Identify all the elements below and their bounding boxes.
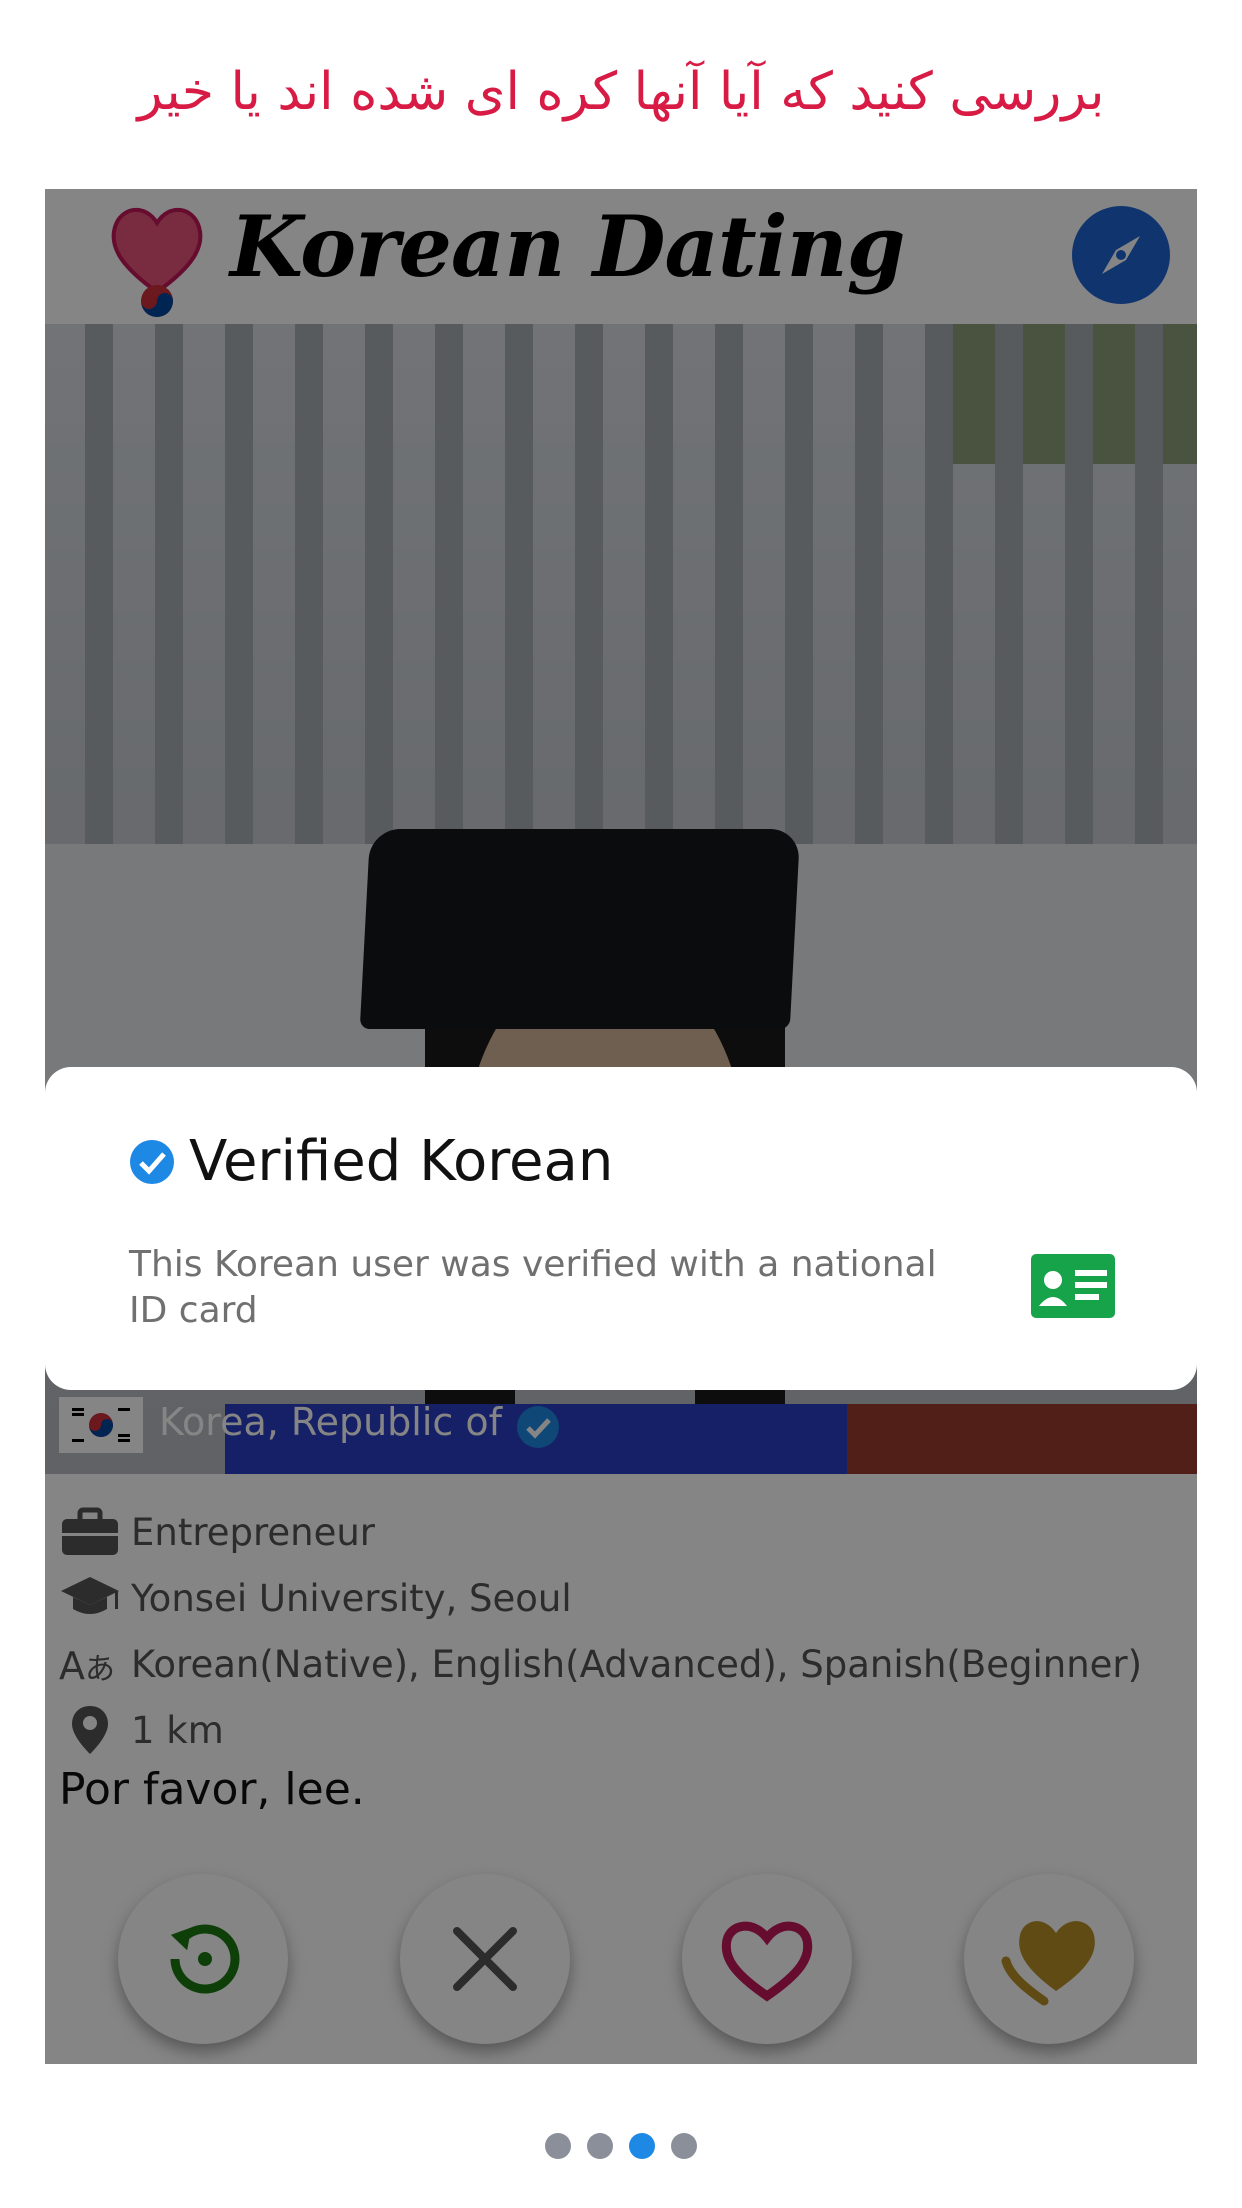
dialog-title: Verified Korean <box>189 1129 614 1194</box>
page-dot[interactable] <box>587 2133 613 2159</box>
caption-text: بررسی کنید که آیا آنها کره ای شده اند یا… <box>137 62 1105 122</box>
page-dot[interactable] <box>545 2133 571 2159</box>
page-dot[interactable] <box>629 2133 655 2159</box>
page-dot[interactable] <box>671 2133 697 2159</box>
page-indicator <box>0 2133 1242 2159</box>
verified-dialog: Verified Korean This Korean user was ver… <box>45 1067 1197 1390</box>
id-card-icon <box>1031 1254 1115 1318</box>
verified-check-icon <box>130 1139 174 1184</box>
dialog-header: Verified Korean <box>129 1129 613 1194</box>
dialog-description: This Korean user was verified with a nat… <box>129 1244 937 1331</box>
